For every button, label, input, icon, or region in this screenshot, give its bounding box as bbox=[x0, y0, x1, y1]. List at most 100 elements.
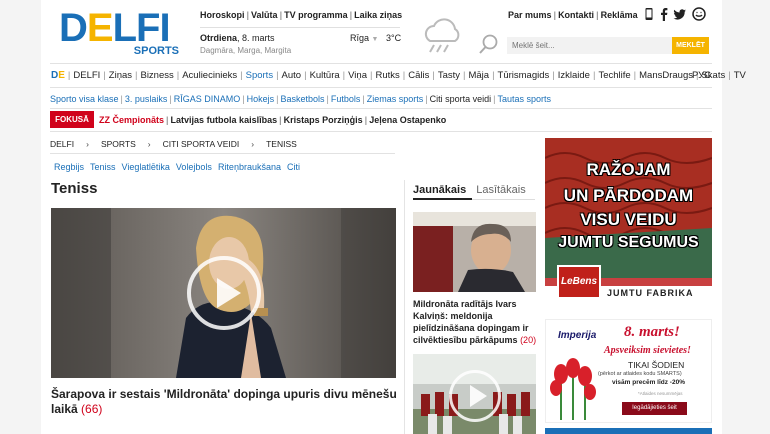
ad1-tagline: JUMTU FABRIKA bbox=[607, 288, 694, 298]
ad2-note: *Atlaides nesummējas bbox=[638, 391, 683, 396]
ad2-today: TIKAI ŠODIEN bbox=[628, 360, 685, 370]
name-days: Dagmāra, Marga, Margita bbox=[200, 46, 292, 55]
video-play-button[interactable] bbox=[187, 256, 261, 330]
city-selector[interactable]: Rīga ▼ bbox=[350, 33, 378, 43]
header-divider bbox=[50, 63, 712, 64]
chevron-right-icon: › bbox=[86, 139, 89, 149]
main-article-headline[interactable]: Šarapova ir sestais 'Mildronāta' dopinga… bbox=[51, 387, 401, 417]
nav-item-maja[interactable]: Māja bbox=[468, 70, 489, 81]
nav-divider bbox=[50, 87, 712, 88]
search-icon[interactable] bbox=[478, 33, 500, 55]
focus-link-futbola-kaislibas[interactable]: Latvijas futbola kaislības bbox=[171, 115, 278, 125]
search-input[interactable] bbox=[507, 37, 672, 54]
comment-count[interactable]: (66) bbox=[81, 402, 102, 416]
ad2-cta-button[interactable]: Iegādājieties šeit bbox=[622, 402, 687, 415]
tag-ritenbrauksana[interactable]: Riteņbraukšana bbox=[218, 162, 281, 172]
ad1-line-3: VISU VEIDU bbox=[580, 210, 677, 229]
top-link-tv[interactable]: TV programma bbox=[284, 10, 348, 20]
ad-banner-imperija[interactable]: Imperija 8. marts! Apsveiksim sievietes!… bbox=[545, 319, 712, 423]
subnav-item-hokejs[interactable]: Hokejs bbox=[247, 94, 275, 104]
draugiem-icon[interactable] bbox=[692, 7, 706, 21]
focus-link-ostapenko[interactable]: Jeļena Ostapenko bbox=[369, 115, 446, 125]
breadcrumb-sports[interactable]: SPORTS bbox=[101, 139, 136, 149]
ad2-sub: Apsveiksim sievietes! bbox=[604, 345, 691, 356]
nav-item-aculiecinieks[interactable]: Aculiecinieks bbox=[182, 70, 237, 81]
nav-item-techlife[interactable]: Techlife bbox=[598, 70, 630, 81]
nav-item-bizness[interactable]: Bizness bbox=[140, 70, 173, 81]
lang-switch-rus[interactable]: РУС bbox=[692, 70, 711, 81]
tag-volejbols[interactable]: Volejbols bbox=[176, 162, 212, 172]
page-gutter-right bbox=[722, 0, 770, 434]
tab-lasitakais[interactable]: Lasītākais bbox=[476, 184, 526, 196]
nav-item-zinas[interactable]: Ziņas bbox=[109, 70, 132, 81]
subnav-item-tautas-sports[interactable]: Tautas sports bbox=[497, 94, 551, 104]
delfi-sports-logo[interactable]: DELFI SPORTS bbox=[59, 8, 181, 60]
nav-item-izklaide[interactable]: Izklaide bbox=[558, 70, 590, 81]
side-article-headline[interactable]: Mildronāta radītājs Ivars Kalviņš: meldo… bbox=[413, 298, 538, 346]
breadcrumb: DELFI › SPORTS › CITI SPORTA VEIDI › TENISS bbox=[50, 139, 297, 149]
nav-item-kultura[interactable]: Kultūra bbox=[310, 70, 340, 81]
top-link-horoskopi[interactable]: Horoskopi bbox=[200, 10, 245, 20]
nav-item-tv[interactable]: TV bbox=[734, 70, 746, 81]
subnav-item-citi-sporta-veidi[interactable]: Citi sporta veidi bbox=[430, 94, 492, 104]
subnav-item-futbols[interactable]: Futbols bbox=[331, 94, 361, 104]
focus-links: ZZ Čempionāts | Latvijas futbola kaislības… bbox=[99, 115, 447, 125]
nav-item-sports[interactable]: Sports bbox=[246, 70, 273, 81]
nav-item-turismagids[interactable]: Tūrismagids bbox=[498, 70, 550, 81]
ad1-line-1: RAŽOJAM bbox=[586, 160, 671, 179]
subnav-item-rigas-dinamo[interactable]: RĪGAS DINAMO bbox=[174, 94, 241, 104]
subnav-item-ziemas-sports[interactable]: Ziemas sports bbox=[367, 94, 424, 104]
nav-item-mansdraugs[interactable]: MansDraugs bbox=[639, 70, 693, 81]
column-divider bbox=[404, 180, 405, 434]
side-video-play-button[interactable] bbox=[449, 370, 501, 422]
nav-item-delfi[interactable]: DELFI bbox=[73, 70, 100, 81]
subnav-item-sporto-visa-klase[interactable]: Sporto visa klase bbox=[50, 94, 119, 104]
breadcrumb-delfi[interactable]: DELFI bbox=[50, 139, 74, 149]
kalvins-photo bbox=[413, 212, 536, 292]
right-links: Par mums | Kontakti | Reklāma bbox=[508, 10, 638, 20]
subnav-item-basketbols[interactable]: Basketbols bbox=[280, 94, 324, 104]
mobile-icon[interactable] bbox=[642, 7, 656, 21]
top-link-valuta[interactable]: Valūta bbox=[251, 10, 278, 20]
breadcrumb-teniss[interactable]: TENISS bbox=[266, 139, 297, 149]
focus-link-zz-cempionats[interactable]: ZZ Čempionāts bbox=[99, 115, 164, 125]
logo-sub: SPORTS bbox=[133, 45, 179, 57]
ad1-line-4: JUMTU SEGUMUS bbox=[558, 234, 699, 251]
link-kontakti[interactable]: Kontakti bbox=[558, 10, 594, 20]
ad-banner-jumti[interactable]: RAŽOJAM UN PĀRDODAM VISU VEIDU JUMTU SEG… bbox=[545, 138, 712, 305]
top-link-laika[interactable]: Laika ziņas bbox=[354, 10, 402, 20]
chevron-right-icon: › bbox=[251, 139, 255, 149]
ad2-line2: visām precēm līdz -20% bbox=[612, 379, 685, 386]
tab-jaunakais[interactable]: Jaunākais bbox=[413, 184, 466, 196]
play-icon bbox=[217, 278, 241, 308]
search-button[interactable]: MEKLĒT bbox=[672, 37, 709, 54]
tag-citi[interactable]: Citi bbox=[287, 162, 300, 172]
link-reklama[interactable]: Reklāma bbox=[601, 10, 638, 20]
link-par-mums[interactable]: Par mums bbox=[508, 10, 552, 20]
nav-item-calis[interactable]: Cālis bbox=[408, 70, 429, 81]
subnav-item-3-puslaiks[interactable]: 3. puslaiks bbox=[125, 94, 168, 104]
nav-item-rutks[interactable]: Rutks bbox=[375, 70, 399, 81]
tab-active-indicator bbox=[413, 198, 472, 200]
top-links: Horoskopi | Valūta | TV programma | Laika ziņa… bbox=[200, 10, 403, 20]
tag-regbijs[interactable]: Regbijs bbox=[54, 162, 84, 172]
tag-vieglatletika[interactable]: Vieglatlētika bbox=[122, 162, 170, 172]
ad2-headline: 8. marts! bbox=[624, 324, 680, 340]
breadcrumb-citi[interactable]: CITI SPORTA VEIDI bbox=[163, 139, 240, 149]
nav-delfi-logo[interactable]: DE bbox=[51, 70, 65, 81]
ad1-line-2: UN PĀRDODAM bbox=[563, 186, 694, 205]
facebook-icon[interactable] bbox=[657, 7, 671, 21]
nav-item-vina[interactable]: Viņa bbox=[348, 70, 367, 81]
focus-divider bbox=[50, 131, 712, 132]
side-comment-count[interactable]: (20) bbox=[520, 335, 536, 345]
tulips-graphic bbox=[550, 358, 596, 420]
side-article-image[interactable] bbox=[413, 212, 536, 292]
nav-item-tasty[interactable]: Tasty bbox=[438, 70, 460, 81]
sports-subnav: Sporto visa klase | 3. puslaiks | RĪGAS DINA… bbox=[50, 94, 551, 104]
focus-badge: FOKUSĀ bbox=[50, 111, 94, 128]
twitter-icon[interactable] bbox=[673, 7, 687, 21]
tag-teniss[interactable]: Teniss bbox=[90, 162, 116, 172]
nav-item-auto[interactable]: Auto bbox=[282, 70, 302, 81]
focus-link-porzingis[interactable]: Kristaps Porziņģis bbox=[284, 115, 363, 125]
ad-banner-3[interactable] bbox=[545, 428, 712, 434]
